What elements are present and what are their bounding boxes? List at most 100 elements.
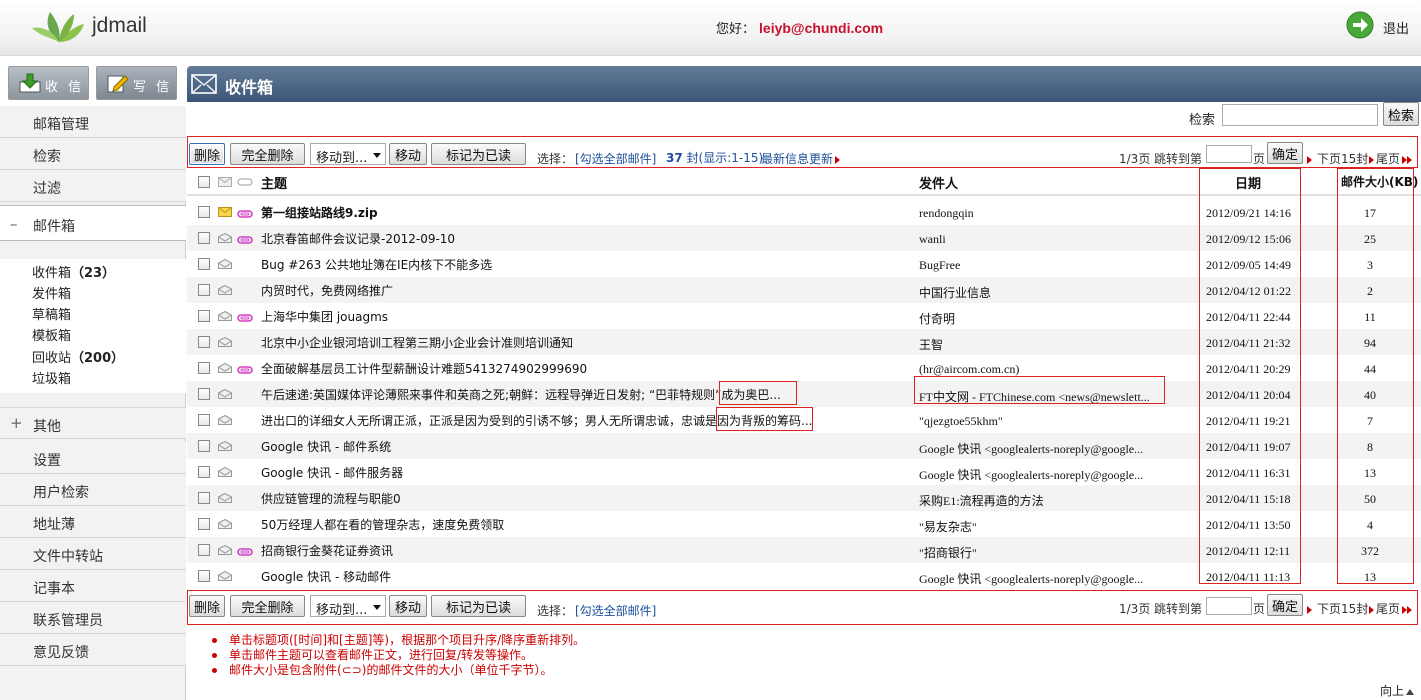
row-checkbox[interactable]: [198, 310, 210, 322]
move-button[interactable]: 移动: [389, 595, 427, 617]
last-page-link[interactable]: 尾页: [1369, 150, 1413, 167]
folder-drafts[interactable]: 草稿箱: [32, 304, 71, 323]
help-note: 单击邮件主题可以查看邮件正文，进行回复/转发等操作。: [212, 648, 585, 663]
row-checkbox[interactable]: [198, 440, 210, 452]
mark-read-button[interactable]: 标记为已读: [431, 143, 526, 165]
mark-read-button[interactable]: 标记为已读: [431, 595, 526, 617]
row-checkbox[interactable]: [198, 258, 210, 270]
move-to-select[interactable]: 移动到...: [310, 595, 386, 618]
email-subject[interactable]: 午后速递:英国媒体评论薄熙来事件和英商之死;朝鲜：远程导弹近日发射; “巴菲特规…: [261, 386, 781, 403]
delete-button[interactable]: 删除: [189, 595, 225, 617]
select-all-checkbox[interactable]: [198, 176, 210, 188]
sidebar-item-user-search[interactable]: 用户检索: [0, 474, 186, 506]
next-page-link[interactable]: 下页15封: [1307, 600, 1368, 617]
row-checkbox[interactable]: [198, 336, 210, 348]
sidebar-item-notebook[interactable]: 记事本: [0, 570, 186, 602]
email-subject[interactable]: Google 快讯 - 邮件系统: [261, 438, 391, 455]
row-checkbox[interactable]: [198, 206, 210, 218]
email-subject[interactable]: 第一组接站路线9.zip: [261, 204, 378, 221]
help-notes: 单击标题项([时间]和[主题]等)，根据那个项目升序/降序重新排列。 单击邮件主…: [212, 633, 585, 678]
search-input[interactable]: [1222, 104, 1378, 126]
sidebar-item-label: 文件中转站: [33, 549, 103, 565]
sidebar-item-settings[interactable]: 设置: [0, 442, 186, 474]
latest-update-link[interactable]: 最新信息更新: [761, 150, 841, 167]
email-subject[interactable]: Google 快讯 - 移动邮件: [261, 568, 391, 585]
email-subject[interactable]: 内贸时代，免费网络推广: [261, 282, 393, 299]
row-checkbox[interactable]: [198, 284, 210, 296]
row-checkbox[interactable]: [198, 388, 210, 400]
select-all-link[interactable]: [勾选全部邮件]: [575, 602, 656, 619]
attachment-icon: [237, 207, 253, 221]
email-subject[interactable]: 供应链管理的流程与职能0: [261, 490, 401, 507]
sidebar-item-feedback[interactable]: 意见反馈: [0, 634, 186, 666]
sidebar-item-filter[interactable]: 过滤: [0, 170, 186, 202]
chevron-down-icon: [373, 605, 381, 610]
select-all-link[interactable]: [勾选全部邮件]: [575, 150, 656, 167]
row-checkbox[interactable]: [198, 570, 210, 582]
sidebar-item-search[interactable]: 检索: [0, 138, 186, 170]
logout-button[interactable]: 退出: [1346, 11, 1416, 41]
email-subject[interactable]: 北京中小企业银河培训工程第三期小企业会计准则培训通知: [261, 334, 573, 351]
mail-count-text: 封(显示:1-15): [682, 151, 764, 165]
email-sender: 付奇明: [919, 312, 956, 326]
folder-templates[interactable]: 模板箱: [32, 325, 71, 344]
search-button[interactable]: 检索: [1383, 102, 1419, 126]
confirm-button[interactable]: 确定: [1267, 594, 1303, 616]
email-subject[interactable]: Bug #263 公共地址簿在IE内核下不能多选: [261, 256, 492, 273]
read-envelope-icon: [218, 544, 232, 558]
column-from[interactable]: 发件人: [919, 173, 958, 192]
confirm-button[interactable]: 确定: [1267, 142, 1303, 164]
email-subject[interactable]: 招商银行金葵花证券资讯: [261, 542, 393, 559]
email-subject[interactable]: 上海华中集团 jouagms: [261, 308, 388, 325]
read-envelope-icon: [218, 414, 232, 428]
column-subject[interactable]: 主题: [261, 173, 287, 192]
folder-spam[interactable]: 垃圾箱: [32, 368, 71, 387]
email-subject[interactable]: 全面破解基层员工计件型薪酬设计难题5413274902999690: [261, 360, 587, 377]
sidebar-item-other[interactable]: + 其他: [0, 407, 186, 439]
last-page-link[interactable]: 尾页: [1369, 600, 1413, 617]
next-page-label: 下页15封: [1317, 602, 1369, 616]
page-number-input[interactable]: [1206, 145, 1252, 163]
sidebar-item-label: 过滤: [33, 181, 61, 197]
next-page-link[interactable]: 下页15封: [1307, 150, 1368, 167]
delete-button[interactable]: 删除: [189, 143, 225, 165]
folder-trash[interactable]: 回收站（200）: [32, 347, 124, 366]
select-label: 选择：: [537, 604, 574, 618]
sidebar-item-contact-admin[interactable]: 联系管理员: [0, 602, 186, 634]
row-checkbox[interactable]: [198, 544, 210, 556]
back-to-top-link[interactable]: 向上: [1380, 682, 1415, 699]
row-checkbox[interactable]: [198, 466, 210, 478]
sidebar-item-address-book[interactable]: 地址薄: [0, 506, 186, 538]
row-checkbox[interactable]: [198, 362, 210, 374]
receive-mail-button[interactable]: 收 信: [8, 66, 89, 100]
email-subject[interactable]: 50万经理人都在看的管理杂志，速度免费领取: [261, 516, 504, 533]
write-mail-button[interactable]: 写 信: [96, 66, 177, 100]
row-checkbox[interactable]: [198, 518, 210, 530]
sidebar-item-label: 设置: [33, 453, 61, 469]
row-checkbox[interactable]: [198, 492, 210, 504]
perm-delete-button[interactable]: 完全删除: [230, 143, 305, 165]
page-info: 1/3页: [1119, 602, 1151, 616]
email-sender: rendongqin: [919, 206, 974, 220]
move-button[interactable]: 移动: [389, 143, 427, 165]
email-subject[interactable]: 北京春笛邮件会议记录-2012-09-10: [261, 230, 455, 247]
folder-inbox[interactable]: 收件箱（23）: [32, 262, 115, 281]
read-envelope-icon: [218, 466, 232, 480]
greeting: 您好： leiyb@chundi.com: [716, 18, 883, 37]
page-info: 1/3页: [1119, 152, 1151, 166]
row-checkbox[interactable]: [198, 414, 210, 426]
email-subject[interactable]: Google 快讯 - 邮件服务器: [261, 464, 403, 481]
attachment-icon: [237, 545, 253, 559]
sidebar-item-mailboxes[interactable]: – 邮件箱: [0, 205, 186, 241]
row-checkbox[interactable]: [198, 232, 210, 244]
page-title-bar: 收件箱: [187, 66, 1421, 102]
sidebar-item-file-transfer[interactable]: 文件中转站: [0, 538, 186, 570]
write-label: 写 信: [133, 80, 173, 95]
page-number-input[interactable]: [1206, 597, 1252, 615]
folder-outbox[interactable]: 发件箱: [32, 283, 71, 302]
move-to-value: 移动到...: [316, 603, 368, 618]
sidebar-item-mailbox-manage[interactable]: 邮箱管理: [0, 106, 186, 138]
perm-delete-button[interactable]: 完全删除: [230, 595, 305, 617]
move-to-select[interactable]: 移动到...: [310, 143, 386, 166]
last-page-label: 尾页: [1376, 152, 1401, 166]
